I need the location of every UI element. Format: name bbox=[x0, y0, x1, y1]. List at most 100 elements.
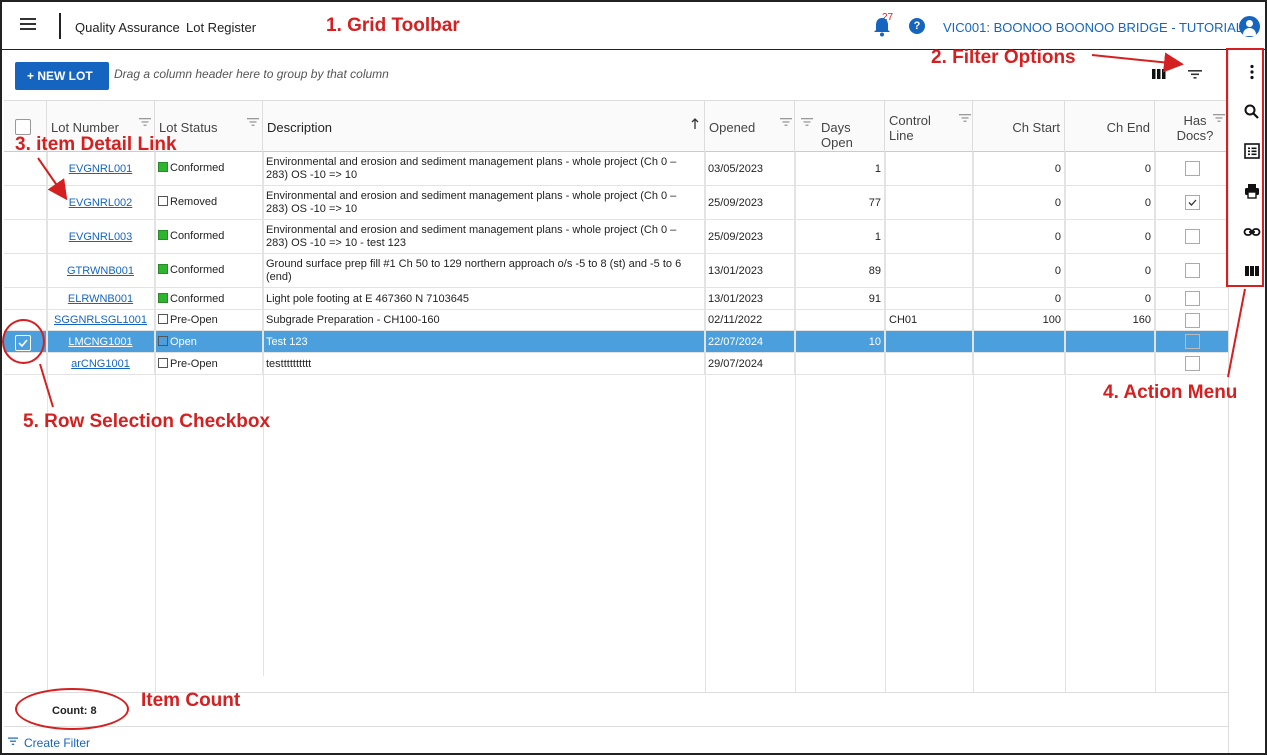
column-filter-icon[interactable] bbox=[247, 117, 259, 127]
select-all-checkbox[interactable] bbox=[15, 119, 31, 135]
column-label: Ch Start bbox=[1012, 120, 1060, 135]
ch-end-cell bbox=[1065, 353, 1155, 374]
lot-detail-link[interactable]: LMCNG1001 bbox=[68, 336, 132, 348]
lot-detail-link[interactable]: EVGNRL001 bbox=[69, 163, 133, 175]
lot-detail-link[interactable]: SGGNRLSGL1001 bbox=[54, 314, 147, 326]
lot-detail-link[interactable]: arCNG1001 bbox=[71, 358, 130, 370]
lot-status-text: Conformed bbox=[170, 264, 225, 276]
table-row[interactable]: ELRWNB001 Conformed Light pole footing at … bbox=[4, 288, 1228, 310]
opened-cell: 03/05/2023 bbox=[705, 152, 795, 185]
has-docs-checkbox[interactable] bbox=[1185, 161, 1200, 176]
top-bar: Quality Assurance Lot Register 27 ? VIC0… bbox=[2, 2, 1265, 50]
opened-cell: 25/09/2023 bbox=[705, 220, 795, 253]
column-header-opened[interactable]: Opened bbox=[705, 101, 795, 153]
days-open-cell bbox=[795, 353, 885, 374]
ch-start-cell bbox=[973, 353, 1065, 374]
new-lot-button[interactable]: + NEW LOT bbox=[15, 62, 109, 90]
lot-detail-link[interactable]: GTRWNB001 bbox=[67, 265, 134, 277]
days-open-cell: 1 bbox=[795, 152, 885, 185]
has-docs-checkbox[interactable] bbox=[1185, 334, 1200, 349]
help-icon[interactable]: ? bbox=[909, 18, 925, 34]
lot-status-text: Conformed bbox=[170, 162, 225, 174]
description-cell: Light pole footing at E 467360 N 7103645 bbox=[263, 288, 705, 309]
project-selector[interactable]: VIC001: BOONOO BOONOO BRIDGE - TUTORIAL bbox=[943, 20, 1243, 35]
table-row[interactable]: arCNG1001 Pre-Open testttttttttt 29/07/2024 bbox=[4, 353, 1228, 375]
column-header-control-line[interactable]: Control Line bbox=[885, 101, 973, 153]
create-filter-link[interactable]: Create Filter bbox=[24, 736, 90, 750]
hamburger-menu-icon[interactable] bbox=[20, 16, 36, 32]
row-select-cell bbox=[4, 220, 47, 253]
lot-detail-link[interactable]: EVGNRL002 bbox=[69, 197, 133, 209]
status-indicator-icon bbox=[158, 336, 168, 346]
notification-count: 27 bbox=[882, 12, 894, 23]
filter-options-icon[interactable] bbox=[1188, 68, 1202, 80]
user-avatar-icon[interactable] bbox=[1239, 16, 1260, 37]
has-docs-checkbox[interactable] bbox=[1185, 313, 1200, 328]
has-docs-checkbox[interactable] bbox=[1185, 229, 1200, 244]
control-line-cell bbox=[885, 186, 973, 219]
lot-status-text: Open bbox=[170, 336, 197, 348]
row-selection-highlight bbox=[2, 319, 45, 364]
table-row[interactable]: GTRWNB001 Conformed Ground surface prep fi… bbox=[4, 254, 1228, 288]
ch-start-cell: 0 bbox=[973, 152, 1065, 185]
column-label: Ch End bbox=[1106, 120, 1150, 135]
row-select-cell bbox=[4, 152, 47, 185]
column-header-days-open[interactable]: Days Open bbox=[795, 101, 885, 153]
column-filter-icon[interactable] bbox=[801, 117, 813, 127]
opened-cell: 29/07/2024 bbox=[705, 353, 795, 374]
opened-cell: 02/11/2022 bbox=[705, 310, 795, 330]
column-label: Has Docs? bbox=[1176, 113, 1214, 143]
description-cell: Ground surface prep fill #1 Ch 50 to 129… bbox=[263, 254, 705, 287]
column-header-has-docs[interactable]: Has Docs? bbox=[1155, 101, 1228, 153]
annotation-action-menu: 4. Action Menu bbox=[1103, 382, 1238, 403]
has-docs-checkbox[interactable] bbox=[1185, 291, 1200, 306]
status-indicator-icon bbox=[158, 358, 168, 368]
description-cell: Test 123 bbox=[263, 331, 705, 352]
table-row[interactable]: LMCNG1001 Open Test 123 22/07/2024 10 bbox=[4, 331, 1228, 353]
table-row[interactable]: EVGNRL002 Removed Environmental and erosio… bbox=[4, 186, 1228, 220]
grid-header: Lot Number Lot Status Description Opened… bbox=[4, 100, 1228, 153]
column-filter-icon[interactable] bbox=[139, 117, 151, 127]
annotation-grid-toolbar: 1. Grid Toolbar bbox=[326, 15, 460, 36]
column-filter-icon[interactable] bbox=[959, 113, 971, 123]
table-row[interactable]: EVGNRL003 Conformed Environmental and eros… bbox=[4, 220, 1228, 254]
days-open-cell: 1 bbox=[795, 220, 885, 253]
filter-icon bbox=[8, 737, 18, 745]
status-indicator-icon bbox=[158, 264, 168, 274]
table-row[interactable]: SGGNRLSGL1001 Pre-Open Subgrade Preparatio… bbox=[4, 310, 1228, 331]
status-indicator-icon bbox=[158, 293, 168, 303]
lot-number-cell: GTRWNB001 bbox=[47, 254, 155, 287]
column-header-description[interactable]: Description bbox=[263, 101, 705, 153]
table-row[interactable]: EVGNRL001 Conformed Environmental and eros… bbox=[4, 152, 1228, 186]
lot-detail-link[interactable]: ELRWNB001 bbox=[68, 293, 133, 305]
lot-status-text: Pre-Open bbox=[170, 358, 218, 370]
column-header-ch-end[interactable]: Ch End bbox=[1065, 101, 1155, 153]
opened-cell: 13/01/2023 bbox=[705, 254, 795, 287]
lot-status-text: Conformed bbox=[170, 293, 225, 305]
description-cell: Environmental and erosion and sediment m… bbox=[263, 152, 705, 185]
divider bbox=[59, 13, 61, 39]
row-select-cell bbox=[4, 288, 47, 309]
ch-end-cell: 160 bbox=[1065, 310, 1155, 330]
has-docs-checkbox[interactable] bbox=[1185, 195, 1200, 210]
column-filter-icon[interactable] bbox=[780, 117, 792, 127]
column-filter-icon[interactable] bbox=[1213, 113, 1225, 123]
ch-end-cell: 0 bbox=[1065, 288, 1155, 309]
ch-start-cell: 0 bbox=[973, 186, 1065, 219]
group-by-drop-zone[interactable]: Drag a column header here to group by th… bbox=[114, 67, 389, 81]
opened-cell: 25/09/2023 bbox=[705, 186, 795, 219]
item-count-highlight bbox=[15, 688, 129, 730]
lot-detail-link[interactable]: EVGNRL003 bbox=[69, 231, 133, 243]
row-select-cell bbox=[4, 254, 47, 287]
lot-status-cell: Open bbox=[155, 331, 263, 352]
has-docs-checkbox[interactable] bbox=[1185, 356, 1200, 371]
has-docs-checkbox[interactable] bbox=[1185, 263, 1200, 278]
column-label: Control Line bbox=[889, 113, 931, 143]
column-header-ch-start[interactable]: Ch Start bbox=[973, 101, 1065, 153]
columns-icon[interactable] bbox=[1152, 68, 1166, 80]
lot-status-cell: Removed bbox=[155, 186, 263, 219]
column-label: Description bbox=[267, 120, 333, 135]
sort-ascending-icon[interactable] bbox=[691, 118, 699, 130]
ch-start-cell: 0 bbox=[973, 254, 1065, 287]
lot-number-cell: EVGNRL002 bbox=[47, 186, 155, 219]
